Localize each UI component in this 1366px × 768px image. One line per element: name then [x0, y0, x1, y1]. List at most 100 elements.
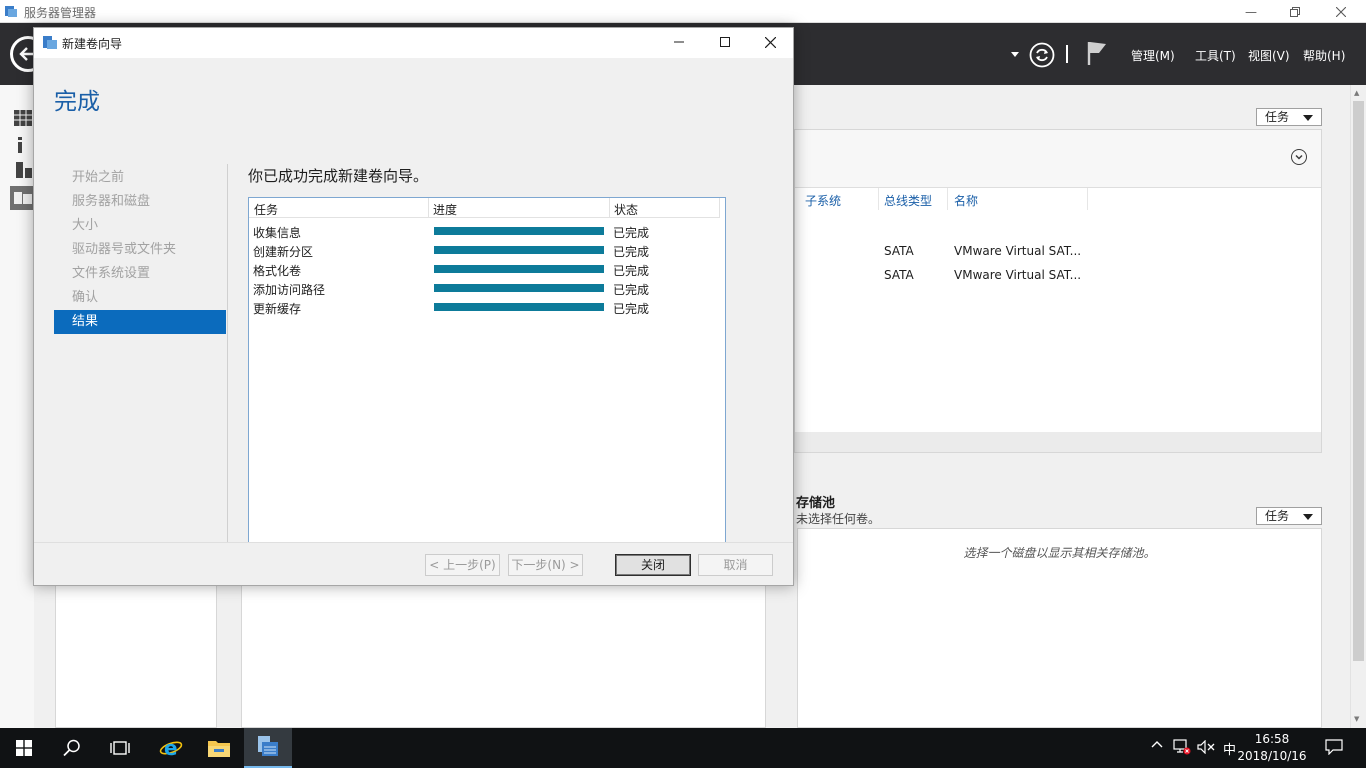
- wizard-footer: < 上一步(P) 下一步(N) > 关闭 取消: [34, 542, 793, 585]
- action-center-button[interactable]: [1325, 739, 1343, 759]
- show-hidden-icons-button[interactable]: [1151, 738, 1163, 753]
- expand-button[interactable]: [1291, 149, 1307, 165]
- wizard-maximize-button[interactable]: [702, 28, 748, 56]
- progress-bar-fill: [434, 303, 604, 311]
- column-status[interactable]: 状态: [614, 201, 638, 218]
- table-row[interactable]: 收集信息 已完成: [249, 222, 725, 241]
- results-table-header: 任务 进度 状态: [249, 198, 720, 218]
- close-window-button[interactable]: [1318, 0, 1364, 23]
- next-button[interactable]: 下一步(N) >: [508, 554, 583, 576]
- pool-tasks-dropdown[interactable]: 任务: [1256, 507, 1322, 525]
- maximize-icon: [720, 37, 730, 47]
- column-task[interactable]: 任务: [254, 201, 278, 218]
- table-row[interactable]: 格式化卷 已完成: [249, 260, 725, 279]
- storage-pool-hint: 选择一个磁盘以显示其相关存储池。: [963, 546, 1156, 560]
- previous-button[interactable]: < 上一步(P): [425, 554, 500, 576]
- disk-tasks-label: 任务: [1265, 110, 1290, 124]
- table-row[interactable]: 添加访问路径 已完成: [249, 279, 725, 298]
- wizard-minimize-button[interactable]: [656, 28, 702, 56]
- menu-tools[interactable]: 工具(T): [1195, 47, 1236, 64]
- speaker-muted-icon: [1197, 739, 1215, 755]
- cell-status: 已完成: [613, 245, 650, 259]
- caret-down-icon: [1011, 51, 1019, 57]
- nav-dashboard[interactable]: [14, 110, 34, 130]
- nav-local-server[interactable]: [14, 137, 34, 157]
- start-button[interactable]: [0, 728, 48, 768]
- wizard-step: 服务器和磁盘: [72, 194, 151, 209]
- network-tray-button[interactable]: [1173, 739, 1191, 759]
- column-separator: [1087, 188, 1088, 210]
- cell-status: 已完成: [613, 302, 650, 316]
- wizard-step: 驱动器号或文件夹: [72, 242, 177, 257]
- windows-logo-icon: [16, 740, 32, 756]
- wizard-step: 文件系统设置: [72, 266, 151, 281]
- server-manager-app-icon: [5, 6, 17, 17]
- network-icon: [1173, 739, 1191, 755]
- left-navigation-rail: [0, 85, 34, 728]
- nav-all-servers[interactable]: [14, 162, 34, 182]
- wizard-close-button[interactable]: [747, 28, 793, 56]
- disk-filter-bar: [795, 130, 1321, 188]
- notifications-flag-button[interactable]: [1085, 39, 1109, 67]
- cell-task: 添加访问路径: [253, 283, 326, 297]
- progress-bar: [434, 303, 604, 311]
- wizard-page-title: 完成: [54, 89, 100, 115]
- wizard-titlebar[interactable]: 新建卷向导: [34, 28, 793, 58]
- column-separator: [428, 198, 429, 218]
- table-row[interactable]: 创建新分区 已完成: [249, 241, 725, 260]
- restore-button[interactable]: [1272, 0, 1318, 23]
- minimize-button[interactable]: —: [1228, 0, 1274, 23]
- info-icon: [18, 137, 22, 153]
- taskbar-clock[interactable]: 16:58 2018/10/16: [1236, 731, 1308, 765]
- header-divider: [1064, 44, 1070, 64]
- taskbar: e 中 16:58 2018/10/16: [0, 728, 1366, 768]
- cell-bus-type: SATA: [884, 268, 914, 282]
- scroll-up-icon[interactable]: ▲: [1354, 89, 1359, 97]
- nav-file-storage-services[interactable]: [10, 186, 34, 210]
- cancel-button[interactable]: 取消: [698, 554, 773, 576]
- dropdown-caret-button[interactable]: [1009, 47, 1021, 61]
- menu-view[interactable]: 视图(V): [1248, 47, 1290, 64]
- file-explorer-button[interactable]: [195, 728, 243, 768]
- close-button[interactable]: 关闭: [615, 554, 691, 576]
- disk-list-panel: 子系统 总线类型 名称 SATA VMware Virtual SAT... S…: [794, 129, 1322, 453]
- background-volumes-pane: [241, 586, 766, 728]
- steps-divider: [227, 164, 228, 550]
- wizard-steps: 开始之前 服务器和磁盘 大小 驱动器号或文件夹 文件系统设置 确认 结果: [54, 166, 226, 334]
- notification-icon: [1325, 739, 1343, 756]
- column-progress[interactable]: 进度: [433, 201, 457, 218]
- search-button[interactable]: [48, 728, 96, 768]
- server-manager-taskbar-button[interactable]: [244, 728, 292, 768]
- restore-icon: [1290, 6, 1300, 17]
- task-view-button[interactable]: [96, 728, 144, 768]
- ime-indicator[interactable]: 中: [1223, 739, 1236, 758]
- close-icon: [764, 36, 776, 48]
- column-name[interactable]: 名称: [954, 192, 978, 209]
- vertical-scrollbar[interactable]: ▲ ▼: [1350, 85, 1366, 728]
- menu-help[interactable]: 帮助(H): [1303, 47, 1345, 64]
- wizard-body: 完成 开始之前 服务器和磁盘 大小 驱动器号或文件夹 文件系统设置 确认 结果 …: [34, 58, 793, 552]
- column-subsystem[interactable]: 子系统: [805, 192, 841, 209]
- refresh-button[interactable]: [1028, 41, 1056, 69]
- table-row[interactable]: 更新缓存 已完成: [249, 298, 725, 317]
- scroll-down-icon[interactable]: ▼: [1354, 715, 1359, 723]
- cell-status: 已完成: [613, 283, 650, 297]
- servers-icon: [16, 162, 32, 178]
- internet-explorer-button[interactable]: e: [147, 728, 195, 768]
- storage-icon: [14, 192, 32, 204]
- caret-down-icon: [1303, 514, 1313, 520]
- cell-name: VMware Virtual SAT...: [954, 244, 1082, 258]
- background-nav-pane: [55, 586, 217, 728]
- menu-manage[interactable]: 管理(M): [1131, 47, 1175, 64]
- column-bus-type[interactable]: 总线类型: [884, 192, 932, 209]
- volume-tray-button[interactable]: [1197, 739, 1215, 758]
- clock-time: 16:58: [1254, 732, 1290, 746]
- progress-bar-fill: [434, 246, 604, 254]
- column-separator: [719, 198, 720, 218]
- server-manager-titlebar: 服务器管理器 —: [0, 0, 1366, 23]
- horizontal-scrollbar[interactable]: [795, 432, 1321, 452]
- disk-tasks-dropdown[interactable]: 任务: [1256, 108, 1322, 126]
- scrollbar-thumb[interactable]: [1353, 101, 1364, 661]
- dashboard-icon: [14, 110, 32, 126]
- server-manager-icon: [258, 736, 278, 756]
